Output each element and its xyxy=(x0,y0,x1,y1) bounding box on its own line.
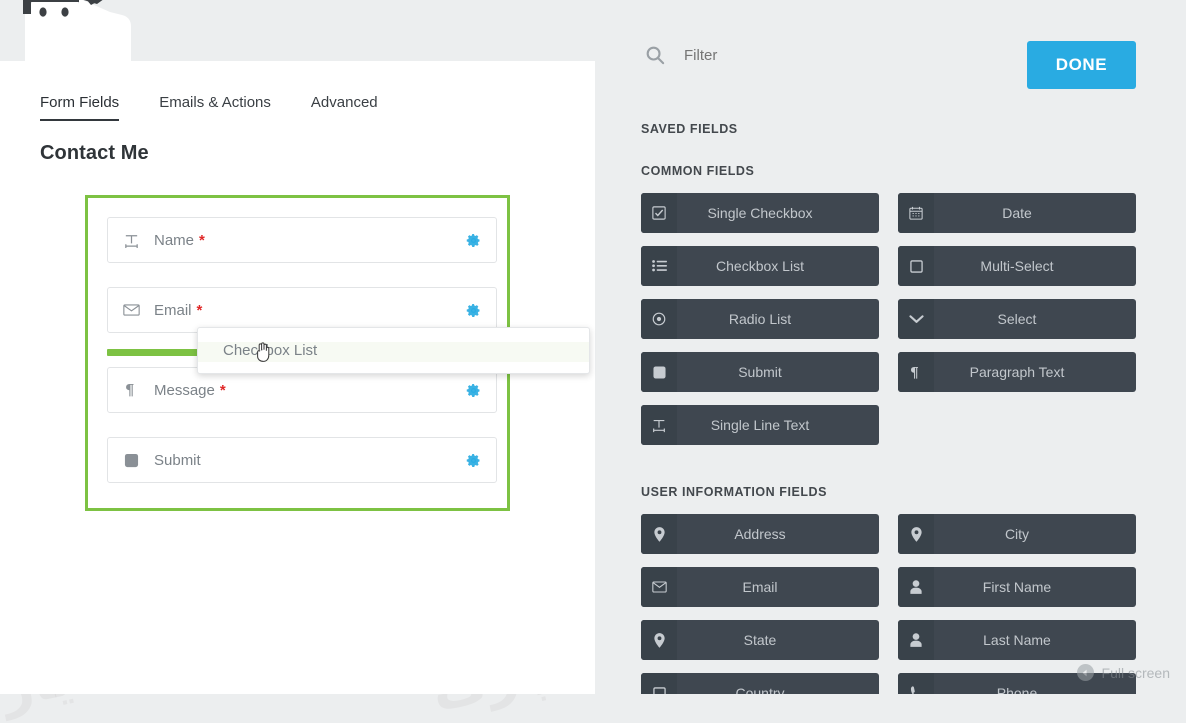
person-icon xyxy=(898,567,934,607)
field-name-text: Name xyxy=(154,232,194,249)
field-button-country[interactable]: Country xyxy=(641,673,879,694)
field-name-text: Message xyxy=(154,382,215,399)
field-button-label: Address xyxy=(677,526,879,542)
field-button-date[interactable]: Date xyxy=(898,193,1136,233)
person-icon xyxy=(898,620,934,660)
map-pin-icon xyxy=(898,514,934,554)
section-header-user-information-fields: USER INFORMATION FIELDS xyxy=(641,485,827,499)
field-button-label: Single Checkbox xyxy=(677,205,879,221)
svg-text:¶: ¶ xyxy=(125,382,134,398)
user-information-fields-grid: Address City Email First Name xyxy=(641,514,1136,694)
field-button-label: Date xyxy=(934,205,1136,221)
drag-hand-cursor xyxy=(255,342,271,363)
form-editor-panel: Form Fields Emails & Actions Advanced Co… xyxy=(0,61,595,694)
gear-icon[interactable] xyxy=(450,233,496,248)
field-button-label: Last Name xyxy=(934,632,1136,648)
fullscreen-toggle[interactable]: Full screen xyxy=(1077,664,1170,681)
tab-form-fields[interactable]: Form Fields xyxy=(40,94,119,121)
svg-text:¶: ¶ xyxy=(910,365,919,379)
field-button-label: Phone xyxy=(934,685,1136,694)
tab-advanced[interactable]: Advanced xyxy=(311,94,378,121)
field-button-label: State xyxy=(677,632,879,648)
form-title: Contact Me xyxy=(40,142,149,165)
editor-tabs: Form Fields Emails & Actions Advanced xyxy=(40,94,418,121)
field-button-label: Select xyxy=(934,311,1136,327)
filter-search[interactable] xyxy=(645,45,886,66)
section-header-saved-fields: SAVED FIELDS xyxy=(641,122,738,136)
phone-icon xyxy=(898,673,934,694)
field-name-text: Submit xyxy=(154,452,201,469)
paragraph-icon: ¶ xyxy=(898,352,934,392)
submit-button-icon xyxy=(641,352,677,392)
calendar-icon xyxy=(898,193,934,233)
empty-box-icon xyxy=(641,673,677,694)
field-button-submit[interactable]: Submit xyxy=(641,352,879,392)
radio-icon xyxy=(641,299,677,339)
field-button-radio-list[interactable]: Radio List xyxy=(641,299,879,339)
field-library-panel: DONE SAVED FIELDS COMMON FIELDS Single C… xyxy=(595,0,1186,694)
chevron-down-icon xyxy=(898,299,934,339)
field-button-select[interactable]: Select xyxy=(898,299,1136,339)
field-button-paragraph-text[interactable]: ¶ Paragraph Text xyxy=(898,352,1136,392)
empty-box-icon xyxy=(898,246,934,286)
common-fields-grid: Single Checkbox Date Checkbox List Multi… xyxy=(641,193,1136,445)
section-header-common-fields: COMMON FIELDS xyxy=(641,164,754,178)
field-button-single-line-text[interactable]: Single Line Text xyxy=(641,405,879,445)
field-button-label: Paragraph Text xyxy=(934,364,1136,380)
map-pin-icon xyxy=(641,514,677,554)
gear-icon[interactable] xyxy=(450,383,496,398)
field-button-checkbox-list[interactable]: Checkbox List xyxy=(641,246,879,286)
filter-input[interactable] xyxy=(682,46,886,65)
tab-label: Advanced xyxy=(311,94,378,111)
form-field-label: Message * xyxy=(154,382,450,399)
back-arrow-circle-icon xyxy=(1077,664,1094,681)
field-button-label: Radio List xyxy=(677,311,879,327)
field-button-city[interactable]: City xyxy=(898,514,1136,554)
required-asterisk: * xyxy=(199,233,205,248)
required-asterisk: * xyxy=(220,383,226,398)
drag-ghost-checkbox-list[interactable]: Checkbox List xyxy=(197,327,590,374)
field-name-text: Email xyxy=(154,302,192,319)
form-field-label: Email * xyxy=(154,302,450,319)
tab-label: Emails & Actions xyxy=(159,94,271,111)
field-button-label: First Name xyxy=(934,579,1136,595)
field-button-email[interactable]: Email xyxy=(641,567,879,607)
single-line-text-icon xyxy=(108,232,154,249)
field-button-label: Country xyxy=(677,685,879,694)
field-button-label: Single Line Text xyxy=(677,417,879,433)
field-button-state[interactable]: State xyxy=(641,620,879,660)
tab-label: Form Fields xyxy=(40,94,119,111)
field-button-address[interactable]: Address xyxy=(641,514,879,554)
envelope-icon xyxy=(641,567,677,607)
single-line-text-icon xyxy=(641,405,677,445)
envelope-icon xyxy=(108,303,154,317)
field-button-single-checkbox[interactable]: Single Checkbox xyxy=(641,193,879,233)
field-button-label: Submit xyxy=(677,364,879,380)
gear-icon[interactable] xyxy=(450,303,496,318)
submit-button-icon xyxy=(108,453,154,468)
tab-emails-actions[interactable]: Emails & Actions xyxy=(159,94,271,121)
form-field-row-submit[interactable]: Submit xyxy=(107,437,497,483)
gear-icon[interactable] xyxy=(450,453,496,468)
field-button-first-name[interactable]: First Name xyxy=(898,567,1136,607)
required-asterisk: * xyxy=(197,303,203,318)
field-button-label: Email xyxy=(677,579,879,595)
form-field-row-name[interactable]: Name * xyxy=(107,217,497,263)
field-button-label: City xyxy=(934,526,1136,542)
field-button-last-name[interactable]: Last Name xyxy=(898,620,1136,660)
field-button-label: Multi-Select xyxy=(934,258,1136,274)
form-field-label: Submit xyxy=(154,452,450,469)
done-button[interactable]: DONE xyxy=(1027,41,1136,89)
form-field-label: Name * xyxy=(154,232,450,249)
search-icon xyxy=(645,45,666,66)
field-button-label: Checkbox List xyxy=(677,258,879,274)
map-pin-icon xyxy=(641,620,677,660)
field-button-multi-select[interactable]: Multi-Select xyxy=(898,246,1136,286)
checked-box-icon xyxy=(641,193,677,233)
fullscreen-label: Full screen xyxy=(1102,665,1170,681)
paragraph-icon: ¶ xyxy=(108,382,154,398)
list-icon xyxy=(641,246,677,286)
ninja-mascot-logo xyxy=(21,0,135,64)
